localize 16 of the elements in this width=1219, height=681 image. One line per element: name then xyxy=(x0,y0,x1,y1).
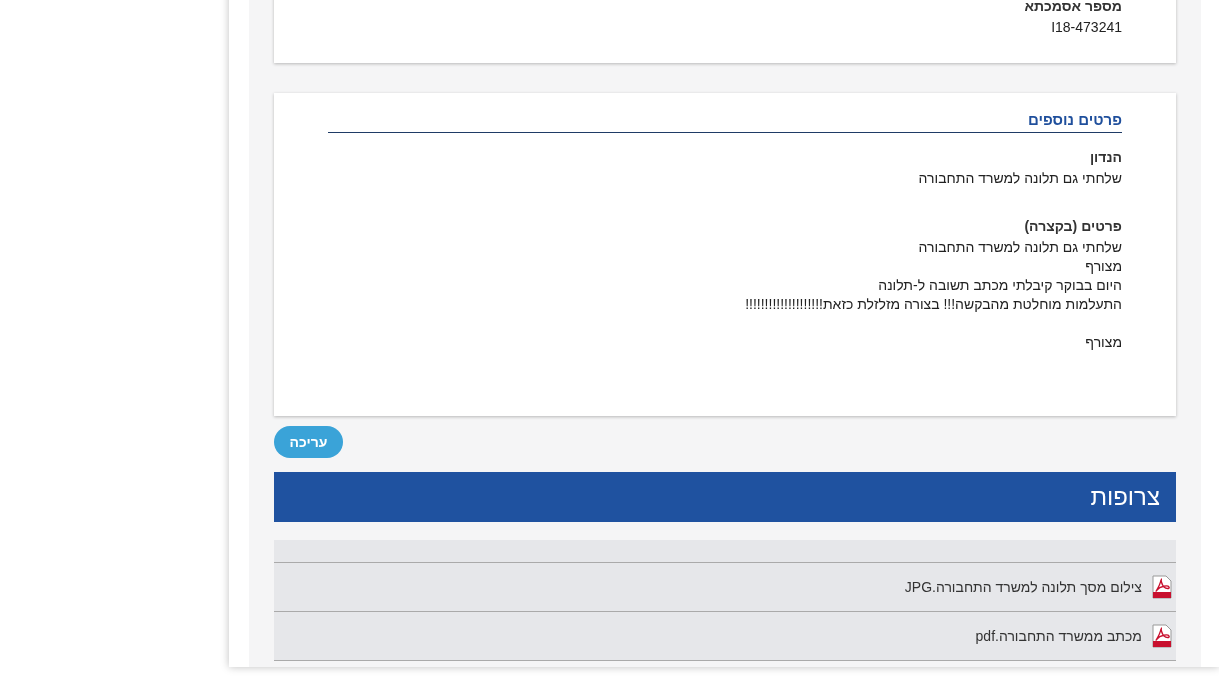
field-value: שלחתי גם תלונה למשרד התחבורה xyxy=(917,238,1122,257)
field-value: היום בבוקר קיבלתי מכתב תשובה ל-תלונה xyxy=(877,276,1122,295)
section-title: פרטים נוספים xyxy=(328,111,1122,133)
field-label: מספר אסמכתא xyxy=(1023,0,1122,16)
attachment-link[interactable]: צילום מסך תלונה למשרד התחבורה.JPG xyxy=(904,579,1142,595)
reference-number: I18-473241 xyxy=(1050,18,1122,37)
field-value: מצורף xyxy=(1084,333,1122,352)
pdf-file-icon xyxy=(1152,624,1172,648)
field-value: שלחתי גם תלונה למשרד התחבורה xyxy=(917,169,1122,188)
attachment-link[interactable]: מכתב ממשרד התחבורה.pdf xyxy=(975,628,1142,644)
field-value: התעלמות מוחלטת מהבקשה!!! בצורה מזלזלת כזאת!!!!!!!!!!!!!!!!!!!! xyxy=(744,295,1122,314)
field-value: מצורף xyxy=(1084,257,1122,276)
pdf-file-icon xyxy=(1152,575,1172,599)
field-label: פרטים (בקצרה) xyxy=(1023,217,1122,236)
field-label: הנדון xyxy=(1088,148,1122,167)
section-title: צרופות xyxy=(1090,483,1160,511)
